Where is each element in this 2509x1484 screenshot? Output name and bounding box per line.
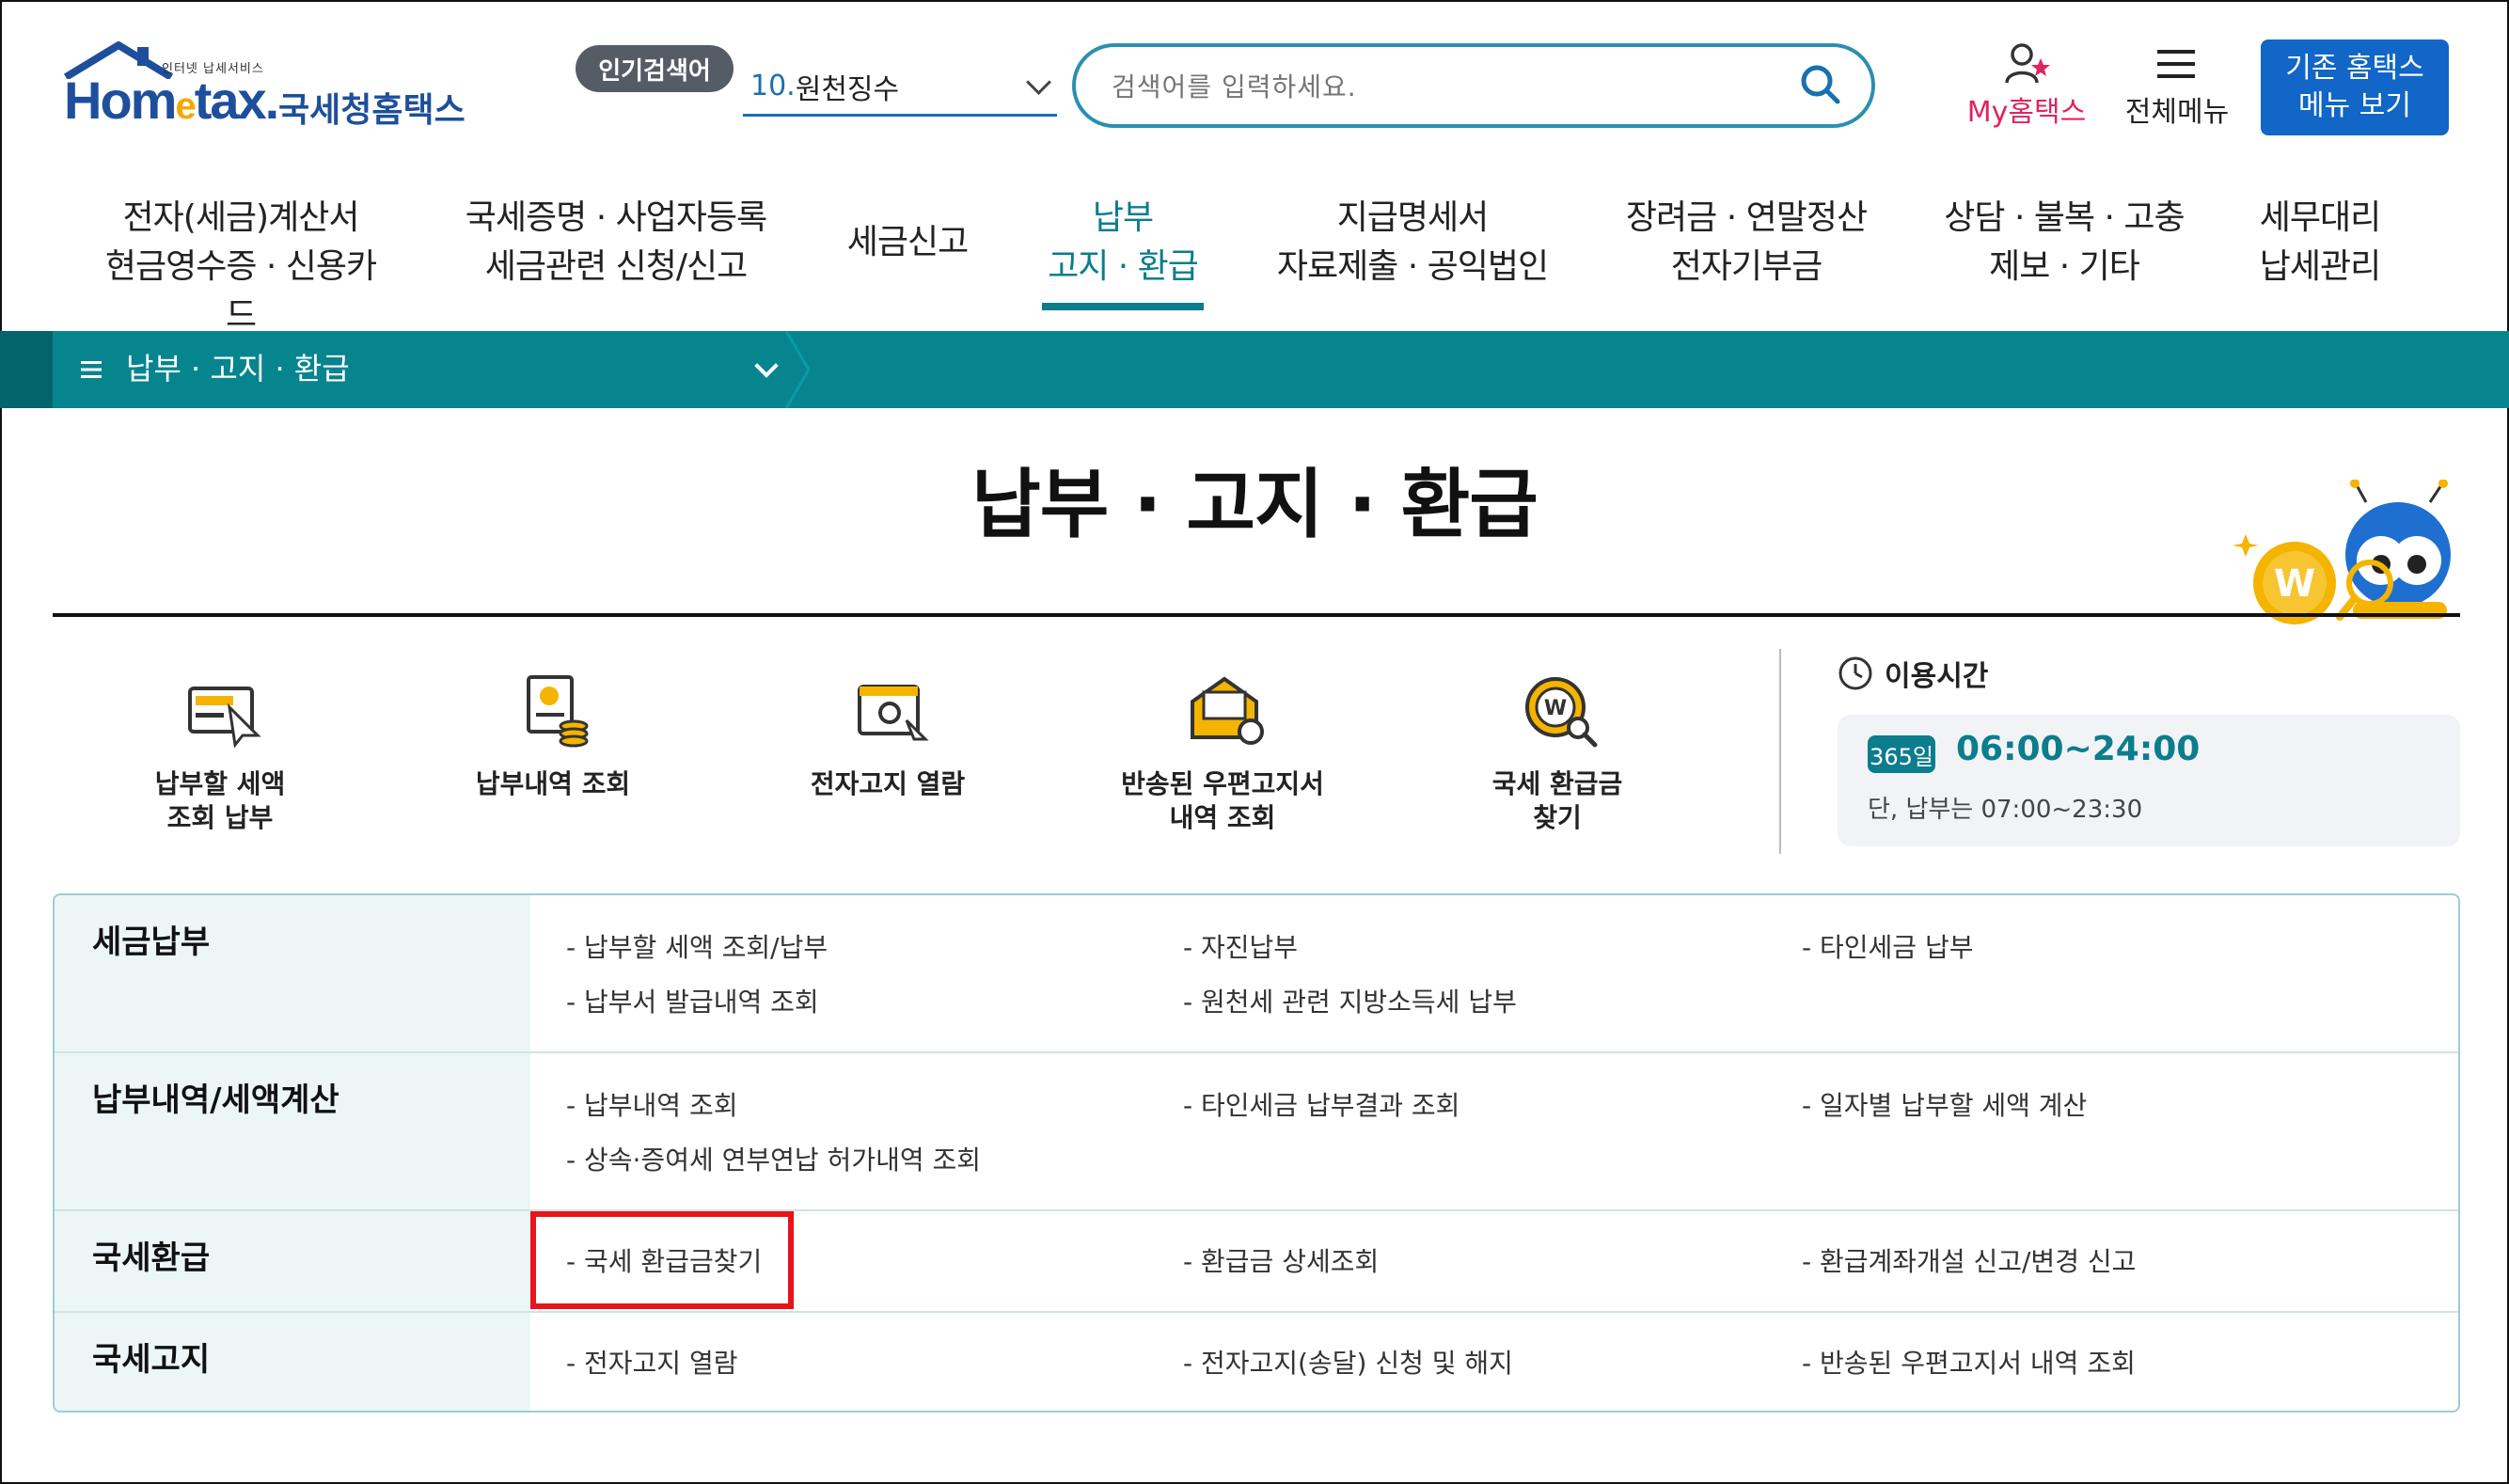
logo-korean: 국세청홈택스 (278, 91, 466, 130)
hours-note: 단, 납부는 07:00~23:30 (1868, 796, 2143, 824)
tax-payment-icon (188, 687, 261, 749)
hours-heading: 이용시간 (1838, 653, 1988, 694)
my-hometax-label: My홈택스 (1966, 96, 2087, 129)
quick-returned-mail[interactable]: 반송된 우편고지서 내역 조회 (1100, 660, 1345, 848)
table-link[interactable]: 자진납부 (1183, 927, 1298, 965)
menu-table: 세금납부 납부할 세액 조회/납부 자진납부 타인세금 납부 납부서 발급내역 … (53, 893, 2460, 1413)
popular-search-select[interactable]: 10. 원천징수 (743, 58, 1057, 117)
search-bar[interactable] (1072, 43, 1875, 128)
table-link[interactable]: 상속·증여세 연부연납 허가내역 조회 (566, 1140, 981, 1177)
table-link[interactable]: 전자고지(송달) 신청 및 해지 (1183, 1343, 1513, 1381)
gnb-payment-statement[interactable]: 지급명세서 자료제출 · 공익법인 (1271, 194, 1554, 292)
table-link[interactable]: 납부내역 조회 (566, 1085, 737, 1123)
old-menu-line2: 메뉴 보기 (2298, 89, 2411, 122)
hours-time: 06:00~24:00 (1956, 730, 2201, 768)
hours-box: 365일 06:00~24:00 단, 납부는 07:00~23:30 (1838, 715, 2460, 846)
table-link[interactable]: 타인세금 납부 (1802, 927, 1973, 965)
highlight-annotation (530, 1211, 794, 1309)
table-category: 세금납부 (55, 895, 530, 1051)
user-star-icon (2005, 43, 2050, 84)
table-category: 납부내역/세액계산 (55, 1053, 530, 1209)
gnb-tax-filing[interactable]: 세금신고 (837, 218, 978, 267)
svg-text:W: W (2274, 562, 2315, 606)
table-row: 세금납부 납부할 세액 조회/납부 자진납부 타인세금 납부 납부서 발급내역 … (55, 895, 2458, 1053)
payment-history-icon (527, 675, 589, 748)
gnb-consultation[interactable]: 상담 · 불복 · 고충 제보 · 기타 (1937, 194, 2191, 292)
gnb-incentives[interactable]: 장려금 · 연말정산 전자기부금 (1619, 194, 1873, 292)
all-menu-label: 전체메뉴 (2124, 96, 2230, 129)
search-icon[interactable] (1798, 62, 1843, 107)
chevron-down-icon (1026, 70, 1051, 95)
logo-wordmark: Hometax. (64, 71, 279, 130)
table-category: 국세고지 (55, 1313, 530, 1411)
table-link[interactable]: 환급금 상세조회 (1183, 1241, 1379, 1279)
search-input[interactable] (1110, 60, 1772, 113)
breadcrumb-current[interactable]: 납부 · 고지 · 환급 (126, 344, 350, 393)
table-link[interactable]: 타인세금 납부결과 조회 (1183, 1085, 1460, 1123)
breadcrumb-bar (0, 331, 2509, 408)
popular-search-badge: 인기검색어 (576, 45, 734, 92)
table-row: 국세환급 국세 환급금찾기 환급금 상세조회 환급계좌개설 신고/변경 신고 (55, 1211, 2458, 1313)
quick-refund-search[interactable]: W 국세 환급금 찾기 (1435, 660, 1680, 848)
page-title: 납부 · 고지 · 환급 (971, 461, 1539, 548)
popular-rank: 10. (750, 70, 796, 103)
e-notice-icon (858, 685, 929, 741)
quick-tax-payment[interactable]: 납부할 세액 조회 납부 (98, 660, 342, 848)
title-divider (53, 613, 2460, 617)
old-menu-line1: 기존 홈택스 (2285, 52, 2424, 85)
table-link[interactable]: 일자별 납부할 세액 계산 (1802, 1085, 2087, 1123)
table-row: 국세고지 전자고지 열람 전자고지(송달) 신청 및 해지 반송된 우편고지서 … (55, 1313, 2458, 1411)
vertical-separator (1779, 649, 1781, 854)
menu-lines-icon (81, 361, 102, 378)
gnb-payment-notice-refund[interactable]: 납부 고지 · 환급 (1042, 194, 1204, 292)
table-category: 국세환급 (55, 1211, 530, 1311)
gnb-e-invoice[interactable]: 전자(세금)계산서 현금영수증 · 신용카드 (90, 194, 391, 340)
breadcrumb-separator (784, 331, 811, 408)
table-link[interactable]: 납부서 발급내역 조회 (566, 982, 819, 1019)
hometax-logo[interactable]: 인터넷 납세서비스 Hometax. 국세청홈택스 (53, 41, 466, 135)
popular-keyword: 원천징수 (795, 72, 900, 106)
table-link[interactable]: 납부할 세액 조회/납부 (566, 927, 828, 965)
breadcrumb-home-block (0, 331, 53, 408)
my-hometax-button[interactable]: My홈택스 (1956, 39, 2097, 129)
quick-e-notice[interactable]: 전자고지 열람 (765, 660, 1010, 848)
svg-text:W: W (1544, 697, 1567, 720)
gnb-tax-agent[interactable]: 세무대리 납세관리 (2249, 194, 2391, 292)
quick-payment-history[interactable]: 납부내역 조회 (431, 660, 675, 848)
clock-icon (1838, 656, 1872, 690)
old-hometax-menu-button[interactable]: 기존 홈택스 메뉴 보기 (2261, 39, 2449, 135)
table-link[interactable]: 원천세 관련 지방소득세 납부 (1183, 982, 1517, 1019)
table-link[interactable]: 환급계좌개설 신고/변경 신고 (1802, 1241, 2136, 1279)
refund-search-icon: W (1525, 677, 1598, 748)
returned-mail-icon (1191, 676, 1264, 745)
mascot-illustration: W (2233, 480, 2451, 624)
365-badge: 365일 (1868, 735, 1935, 773)
table-link[interactable]: 전자고지 열람 (566, 1343, 737, 1381)
gnb-active-indicator (1042, 303, 1204, 310)
all-menu-button[interactable]: 전체메뉴 (2116, 39, 2238, 129)
table-row: 납부내역/세액계산 납부내역 조회 타인세금 납부결과 조회 일자별 납부할 세… (55, 1053, 2458, 1211)
hamburger-icon (2157, 50, 2195, 78)
gnb-certificates[interactable]: 국세증명 · 사업자등록 세금관련 신청/신고 (461, 194, 771, 292)
table-link[interactable]: 반송된 우편고지서 내역 조회 (1802, 1343, 2136, 1381)
